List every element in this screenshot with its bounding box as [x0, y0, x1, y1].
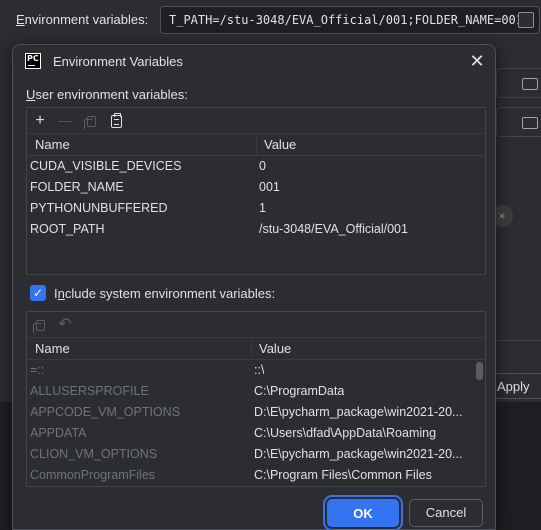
user-env-toolbar: + — [27, 108, 485, 134]
user-env-label: User environment variables: [26, 87, 188, 102]
table-row[interactable]: =:: ::\ [27, 360, 485, 381]
user-table-body: CUDA_VISIBLE_DEVICES 0 FOLDER_NAME 001 P… [27, 156, 485, 240]
include-system-label[interactable]: Include system environment variables: [54, 286, 275, 301]
edit-env-icon[interactable] [518, 12, 534, 28]
cancel-button[interactable]: Cancel [409, 499, 483, 527]
var-name: ALLUSERSPROFILE [30, 384, 149, 398]
name-column-header[interactable]: Name [35, 341, 70, 356]
dialog-titlebar: PC Environment Variables ✕ [13, 45, 495, 79]
value-column-header[interactable]: Value [259, 341, 291, 356]
paste-icon[interactable] [108, 112, 126, 130]
var-name: APPCODE_VM_OPTIONS [30, 405, 181, 419]
var-value: 1 [259, 201, 266, 215]
system-env-panel: ↶ Name Value =:: ::\ ALLUSERSPROFILE C:\… [26, 311, 486, 487]
table-row[interactable]: CLION_VM_OPTIONS D:\E\pycharm_package\wi… [27, 444, 485, 465]
system-table-body: =:: ::\ ALLUSERSPROFILE C:\ProgramData A… [27, 360, 485, 486]
table-row[interactable]: FOLDER_NAME 001 [27, 177, 485, 198]
copy-icon[interactable] [82, 112, 100, 130]
table-row[interactable]: CUDA_VISIBLE_DEVICES 0 [27, 156, 485, 177]
remove-icon[interactable]: — [56, 112, 74, 130]
var-name: FOLDER_NAME [30, 180, 124, 194]
revert-icon[interactable]: ↶ [56, 316, 74, 334]
folder-icon [522, 78, 538, 90]
var-name: CommonProgramFiles [30, 468, 156, 482]
var-value: D:\E\pycharm_package\win2021-20... [254, 405, 463, 419]
value-column-header[interactable]: Value [264, 137, 296, 152]
ok-button[interactable]: OK [327, 499, 399, 527]
close-icon[interactable]: ✕ [467, 51, 487, 71]
system-env-toolbar: ↶ [27, 312, 485, 338]
add-icon[interactable]: + [31, 112, 49, 130]
background-divider [496, 340, 541, 370]
var-value: C:\ProgramData [254, 384, 345, 398]
user-table-header: Name Value [27, 134, 485, 156]
table-row[interactable]: ALLUSERSPROFILE C:\ProgramData [27, 381, 485, 402]
var-value: ::\ [254, 363, 265, 377]
table-row[interactable]: PYTHONUNBUFFERED 1 [27, 198, 485, 219]
env-vars-label: Environment variables: [16, 12, 149, 27]
table-row[interactable]: CommonProgramFiles C:\Program Files\Comm… [27, 465, 485, 486]
system-table-header: Name Value [27, 338, 485, 360]
var-value: D:\E\pycharm_package\win2021-20... [254, 447, 463, 461]
var-name: CLION_VM_OPTIONS [30, 447, 158, 461]
folder-browse-button-1[interactable] [496, 68, 541, 98]
column-divider[interactable] [256, 134, 257, 156]
system-table-scrollbar[interactable] [476, 362, 483, 380]
table-row[interactable]: ROOT_PATH /stu-3048/EVA_Official/001 [27, 219, 485, 240]
folder-browse-button-2[interactable] [496, 107, 541, 137]
env-vars-label-rest: nvironment variables: [24, 12, 149, 27]
var-value: C:\Users\dfad\AppData\Roaming [254, 426, 437, 440]
var-name: ROOT_PATH [30, 222, 105, 236]
folder-icon [522, 117, 538, 129]
env-vars-field[interactable]: T_PATH=/stu-3048/EVA_Official/001;FOLDER… [160, 6, 540, 34]
env-vars-row: Environment variables: T_PATH=/stu-3048/… [0, 0, 541, 40]
var-name: APPDATA [30, 426, 87, 440]
var-value: C:\Program Files\Common Files [254, 468, 432, 482]
pycharm-logo-icon: PC [25, 53, 41, 69]
var-value: /stu-3048/EVA_Official/001 [259, 222, 408, 236]
user-env-panel: + — Name Value CUDA_VISIBLE_DEVICES 0 FO… [26, 107, 486, 275]
apply-button[interactable]: Apply [494, 373, 541, 399]
var-value: 001 [259, 180, 280, 194]
var-name: CUDA_VISIBLE_DEVICES [30, 159, 182, 173]
env-vars-dialog: PC Environment Variables ✕ User environm… [12, 44, 496, 530]
var-name: PYTHONUNBUFFERED [30, 201, 168, 215]
var-value: 0 [259, 159, 266, 173]
dialog-title: Environment Variables [53, 54, 183, 69]
copy-icon[interactable] [31, 316, 49, 334]
table-row[interactable]: APPDATA C:\Users\dfad\AppData\Roaming [27, 423, 485, 444]
var-name: =:: [30, 363, 45, 377]
table-row[interactable]: APPCODE_VM_OPTIONS D:\E\pycharm_package\… [27, 402, 485, 423]
include-system-checkbox[interactable]: ✓ [30, 285, 46, 301]
name-column-header[interactable]: Name [35, 137, 70, 152]
env-vars-value: T_PATH=/stu-3048/EVA_Official/001;FOLDER… [169, 13, 524, 27]
column-divider[interactable] [251, 338, 252, 360]
